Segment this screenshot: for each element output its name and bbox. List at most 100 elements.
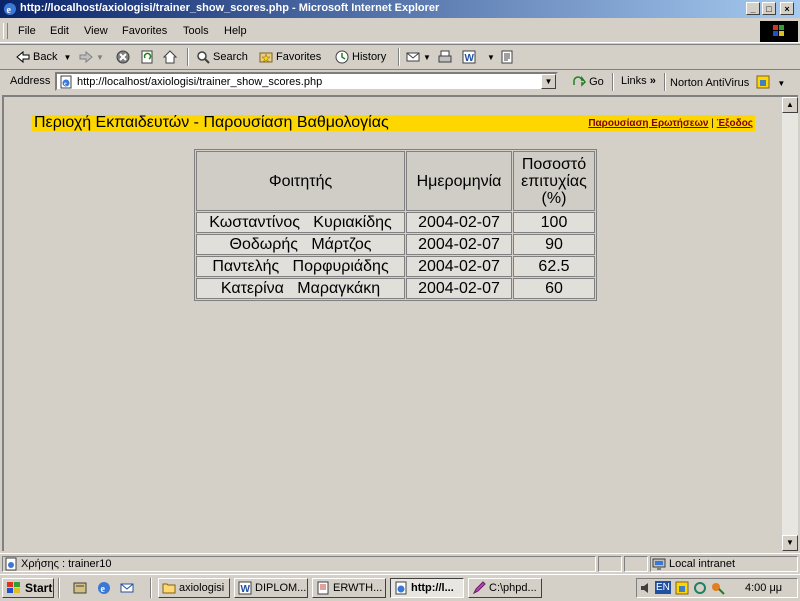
menu-edit[interactable]: Edit [50,25,69,37]
show-desktop-icon[interactable] [73,581,87,595]
svg-text:e: e [64,82,67,88]
refresh-button[interactable] [140,49,157,65]
window-title: http://localhost/axiologisi/trainer_show… [20,2,440,14]
toolbar-separator [187,48,189,66]
quicklaunch-separator [58,578,60,598]
address-dropdown-icon[interactable]: ▼ [541,74,556,89]
table-row: Κωσταντίνος Κυριακίδης 2004-02-07 100 [196,212,595,233]
svg-text:e: e [101,584,106,595]
favorites-button[interactable]: Favorites [259,49,321,65]
date-cell: 2004-02-07 [406,234,512,255]
scroll-up-icon[interactable]: ▲ [782,97,798,113]
links-label: Links [621,75,647,87]
home-button[interactable] [163,49,180,65]
score-cell: 62.5 [513,256,595,277]
favorites-label: Favorites [276,51,322,63]
history-button[interactable]: History [335,49,386,65]
norton-dropdown-icon[interactable]: ▼ [777,79,785,88]
page-header: Περιοχή Εκπαιδευτών - Παρουσίαση Βαθμολο… [32,114,755,131]
page-viewport: Περιοχή Εκπαιδευτών - Παρουσίαση Βαθμολο… [2,95,784,551]
status-text-panel: Χρήσης : trainer10 [2,556,596,572]
table-row: Θοδωρής Μάρτζος 2004-02-07 90 [196,234,595,255]
history-label: History [352,51,387,63]
task-button-erwth[interactable]: ERWTH... [312,578,386,598]
start-button[interactable]: Start [2,578,54,598]
network-icon[interactable] [711,581,725,595]
windows-logo-icon [760,21,798,42]
ie-quicklaunch-icon[interactable]: e [97,581,111,595]
questions-link[interactable]: Παρουσίαση Ερωτήσεων [588,118,708,129]
intranet-icon [652,558,666,570]
student-name-cell: Κωσταντίνος Κυριακίδης [196,212,405,233]
address-url: http://localhost/axiologisi/trainer_show… [77,76,323,88]
task-button-phpd[interactable]: C:\phpd... [468,578,542,598]
mail-dropdown-icon[interactable]: ▼ [423,53,431,62]
address-label: Address [10,75,51,87]
task-button-axiologisi[interactable]: axiologisi [158,578,230,598]
page-icon: e [60,75,72,89]
system-tray: EN 4:00 μμ [636,578,798,598]
stop-button[interactable] [116,49,133,65]
go-button[interactable]: Go [572,75,604,88]
score-cell: 100 [513,212,595,233]
svg-text:W: W [465,53,475,64]
home-icon [163,50,177,64]
menu-tools[interactable]: Tools [183,25,209,37]
ie-icon: e [4,3,16,16]
close-button[interactable]: × [780,2,794,15]
menu-view[interactable]: View [84,25,108,37]
scores-table: Φοιτητής Ημερομηνία Ποσοστό επιτυχίας (%… [194,149,597,301]
back-arrow-icon [16,50,30,64]
edit-button[interactable]: W ▼ [462,49,495,65]
task-label: C:\phpd... [489,582,537,594]
forward-button[interactable]: ▼ [79,49,104,65]
outlook-express-icon[interactable] [120,581,134,595]
address-input[interactable]: e http://localhost/axiologisi/trainer_sh… [55,72,558,91]
score-cell: 90 [513,234,595,255]
mail-button[interactable]: ▼ [406,49,431,65]
task-button-ie[interactable]: http://l... [390,578,464,598]
scroll-down-icon[interactable]: ▼ [782,535,798,551]
edit-dropdown-icon[interactable]: ▼ [487,53,495,62]
maximize-button[interactable]: □ [762,2,776,15]
security-zone-panel: Local intranet [650,556,798,572]
norton-antivirus-button[interactable]: Norton AntiVirus ▼ [670,75,785,89]
exit-link[interactable]: Έξοδος [717,118,753,129]
norton-icon [756,75,770,89]
back-dropdown-icon[interactable]: ▼ [63,53,71,62]
go-label: Go [589,76,604,88]
student-name-cell: Θοδωρής Μάρτζος [196,234,405,255]
links-chevron-icon: » [649,75,656,87]
minimize-button[interactable]: _ [746,2,760,15]
page-status-icon [5,557,17,571]
print-button[interactable] [438,49,455,65]
discuss-button[interactable] [500,49,517,65]
ie-task-icon [395,581,407,595]
security-zone-label: Local intranet [669,558,736,570]
svg-text:e: e [7,5,12,16]
refresh-icon [141,50,153,64]
vertical-scrollbar[interactable]: ▲ ▼ [782,95,798,551]
menu-favorites[interactable]: Favorites [122,25,167,37]
volume-icon[interactable] [640,581,652,595]
status-panel [624,556,648,572]
clock: 4:00 μμ [745,582,783,594]
sync-icon[interactable] [693,581,707,595]
menu-file[interactable]: File [18,25,36,37]
task-button-diplom[interactable]: W DIPLOM... [234,578,308,598]
forward-dropdown-icon[interactable]: ▼ [96,53,104,62]
menu-help[interactable]: Help [224,25,247,37]
back-button[interactable]: Back ▼ [16,49,71,65]
edit-icon: W [462,50,476,64]
search-button[interactable]: Search [196,49,248,65]
date-cell: 2004-02-07 [406,212,512,233]
address-separator [664,73,666,91]
date-cell: 2004-02-07 [406,278,512,299]
links-button[interactable]: Links » [621,75,656,87]
norton-tray-icon[interactable] [675,581,689,595]
task-label: axiologisi [179,582,225,594]
discuss-icon [501,50,513,64]
title-bar: e http://localhost/axiologisi/trainer_sh… [0,0,800,18]
language-indicator[interactable]: EN [655,581,671,594]
norton-label: Norton AntiVirus [670,77,750,89]
